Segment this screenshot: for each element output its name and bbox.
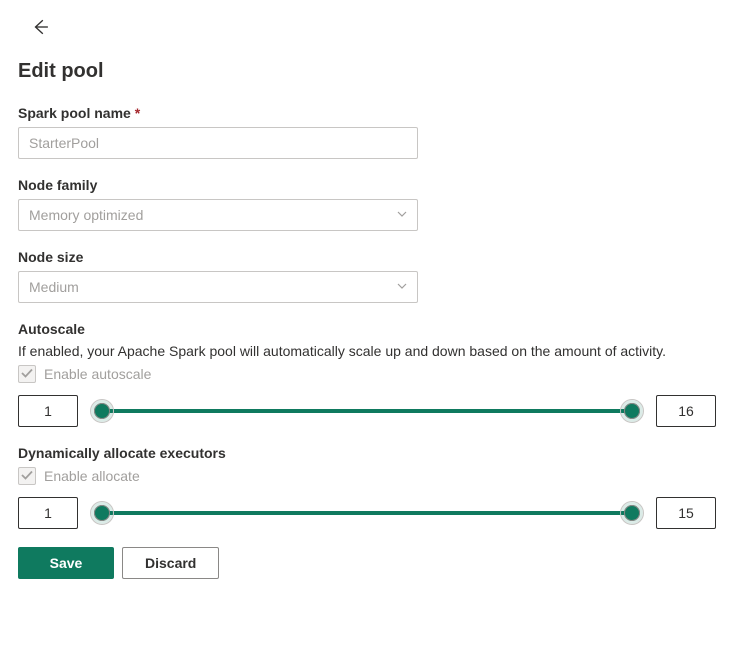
check-icon (20, 366, 34, 383)
pool-name-label: Spark pool name * (18, 105, 711, 121)
autoscale-slider-thumb-min[interactable] (94, 403, 110, 419)
node-family-label: Node family (18, 177, 711, 193)
autoscale-slider-row: 1 16 (18, 395, 716, 427)
field-dyn-alloc: Dynamically allocate executors Enable al… (18, 445, 711, 529)
autoscale-checkbox-label: Enable autoscale (44, 366, 151, 382)
dyn-alloc-min-input[interactable]: 1 (18, 497, 78, 529)
node-size-value: Medium (18, 271, 418, 303)
dyn-alloc-label: Dynamically allocate executors (18, 445, 711, 461)
node-size-select[interactable]: Medium (18, 271, 418, 303)
node-family-select[interactable]: Memory optimized (18, 199, 418, 231)
dyn-alloc-max-input[interactable]: 15 (656, 497, 716, 529)
autoscale-label: Autoscale (18, 321, 711, 337)
dyn-alloc-checkbox[interactable] (18, 467, 36, 485)
field-node-family: Node family Memory optimized (18, 177, 711, 231)
pool-name-label-text: Spark pool name (18, 105, 131, 121)
autoscale-checkbox[interactable] (18, 365, 36, 383)
dyn-alloc-checkbox-label: Enable allocate (44, 468, 140, 484)
autoscale-checkbox-row: Enable autoscale (18, 365, 711, 383)
node-size-label: Node size (18, 249, 711, 265)
dyn-alloc-checkbox-row: Enable allocate (18, 467, 711, 485)
required-marker: * (135, 105, 140, 121)
page-title: Edit pool (18, 60, 711, 83)
autoscale-min-input[interactable]: 1 (18, 395, 78, 427)
discard-button[interactable]: Discard (122, 547, 219, 579)
autoscale-description: If enabled, your Apache Spark pool will … (18, 343, 711, 359)
node-family-value: Memory optimized (18, 199, 418, 231)
arrow-left-icon (31, 18, 49, 39)
autoscale-max-input[interactable]: 16 (656, 395, 716, 427)
autoscale-slider[interactable] (94, 409, 640, 413)
field-pool-name: Spark pool name * (18, 105, 711, 159)
field-node-size: Node size Medium (18, 249, 711, 303)
button-row: Save Discard (18, 547, 711, 579)
field-autoscale: Autoscale If enabled, your Apache Spark … (18, 321, 711, 427)
autoscale-slider-thumb-max[interactable] (624, 403, 640, 419)
dyn-alloc-slider[interactable] (94, 511, 640, 515)
check-icon (20, 468, 34, 485)
pool-name-input[interactable] (18, 127, 418, 159)
dyn-alloc-slider-row: 1 15 (18, 497, 716, 529)
back-button[interactable] (26, 14, 54, 42)
dyn-alloc-slider-thumb-max[interactable] (624, 505, 640, 521)
dyn-alloc-slider-thumb-min[interactable] (94, 505, 110, 521)
save-button[interactable]: Save (18, 547, 114, 579)
